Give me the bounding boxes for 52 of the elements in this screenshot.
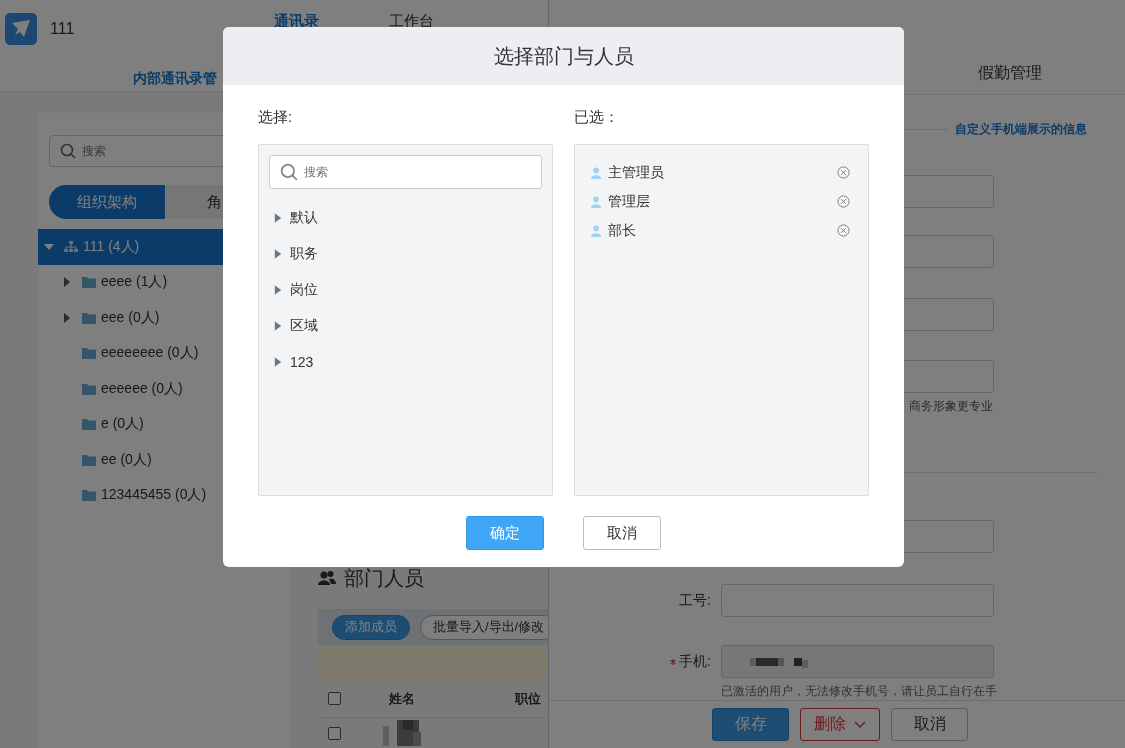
checkbox[interactable] (328, 692, 341, 705)
dialog-button[interactable]: 确定 (466, 516, 544, 550)
checkbox[interactable] (328, 726, 341, 740)
drawer-tab[interactable]: 假勤管理 (978, 63, 1042, 85)
footer-button[interactable]: 删除 (800, 708, 880, 742)
hint-text: 商务形象更专业 (909, 398, 993, 416)
section-label: 选择: (258, 107, 294, 127)
search-field[interactable]: 搜索 (269, 155, 542, 189)
field-label: 手机: (679, 652, 711, 671)
org-chart-icon (64, 240, 78, 253)
dialog-title: 选择部门与人员 (493, 43, 634, 69)
folder-icon (82, 382, 96, 395)
remove-icon[interactable] (837, 224, 850, 237)
tree-item[interactable]: ee (0人) (38, 442, 290, 478)
caret-icon (854, 720, 866, 729)
selected-item: 主管理员 (608, 163, 665, 182)
folder-icon (82, 276, 96, 289)
column-header: 姓名 (389, 689, 415, 708)
person-icon (591, 166, 603, 179)
tree-item[interactable]: 123445455 (0人) (38, 477, 290, 513)
input-field[interactable] (721, 584, 994, 618)
footer-button[interactable]: 取消 (891, 708, 968, 742)
tree-item[interactable]: e (0人) (38, 406, 290, 442)
selected-item: 管理层 (608, 192, 651, 211)
hint-text: 已激活的用户，无法修改手机号，请让员工自行在手 (721, 683, 997, 701)
app-name: 111 (50, 20, 75, 38)
folder-icon (82, 453, 96, 466)
section-label: 已选： (574, 107, 620, 127)
users-icon (318, 570, 336, 586)
folder-icon (82, 489, 96, 502)
dialog-button[interactable]: 取消 (583, 516, 661, 550)
column-header: 职位 (515, 689, 541, 708)
folder-icon (82, 311, 96, 324)
toolbar-button[interactable]: 添加成员 (332, 614, 410, 640)
person-icon (591, 195, 603, 208)
section-title: 部门人员 (344, 565, 424, 591)
search-icon (60, 143, 76, 159)
search-icon (280, 163, 298, 181)
nav-tab[interactable]: 工作台 (389, 12, 435, 31)
toolbar-button[interactable]: 批量导入/导出/修改 (420, 614, 548, 640)
customize-link[interactable]: 自定义手机端展示的信息 (955, 120, 1087, 138)
person-icon (591, 224, 603, 237)
footer-button[interactable]: 保存 (712, 708, 789, 742)
remove-icon[interactable] (837, 166, 850, 179)
logo-icon (5, 13, 37, 45)
remove-icon[interactable] (837, 195, 850, 208)
field-label: 工号: (679, 591, 711, 610)
folder-icon (82, 347, 96, 360)
folder-icon (82, 418, 96, 431)
nav-tab[interactable]: 通讯录 (274, 12, 320, 31)
selected-item: 部长 (608, 221, 637, 240)
view-tab[interactable]: 组织架构 (49, 185, 165, 219)
